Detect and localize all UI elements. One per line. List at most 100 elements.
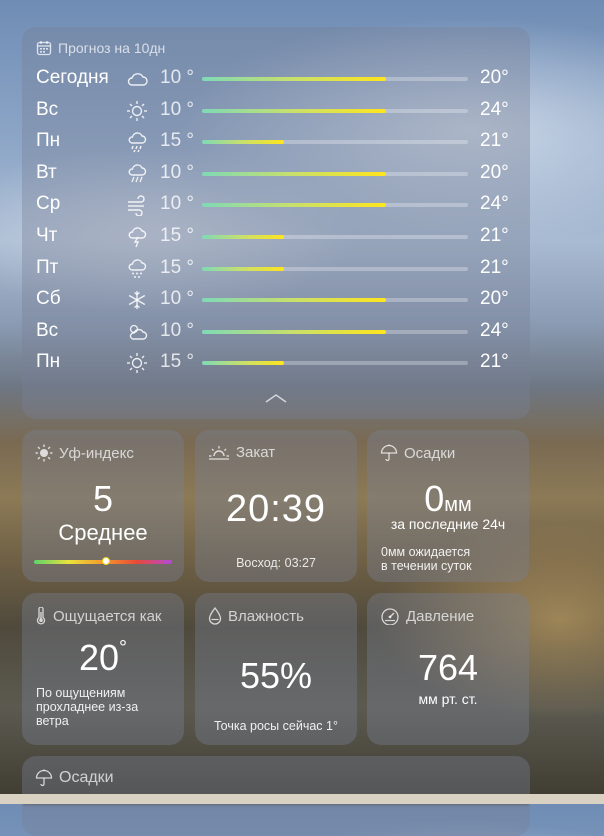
feels-note-line: прохладнее из-за <box>36 700 139 714</box>
feels-note-line: По ощущениям <box>36 686 126 700</box>
temp-range-fill <box>202 361 285 366</box>
forecast-row[interactable]: Вс 10 ° 24° <box>22 317 530 347</box>
forecast-card[interactable]: Прогноз на 10дн Сегодня 10 ° 20° Вс 10 ° 24° П… <box>22 27 530 419</box>
temp-range-bar <box>202 171 468 176</box>
forecast-row[interactable]: Пт 15 ° 21° <box>22 254 530 284</box>
temp-range-bar <box>202 298 468 303</box>
sun-icon <box>35 444 53 462</box>
forecast-low: 15 ° <box>160 130 195 152</box>
forecast-day: Вт <box>36 161 57 183</box>
sunset-card[interactable]: Закат 20:39 Восход: 03:27 <box>195 430 357 582</box>
sun-icon <box>127 353 147 374</box>
sunset-header: Закат <box>208 444 275 461</box>
uv-value: 5 <box>92 478 114 519</box>
forecast-high: 21° <box>480 130 509 152</box>
drizzle-icon <box>128 258 147 278</box>
forecast-high: 24° <box>480 193 509 215</box>
forecast-high: 20° <box>480 288 509 310</box>
sunset-time: 20:39 <box>225 488 327 530</box>
partly-cloudy-icon <box>129 324 148 340</box>
forecast-row[interactable]: Пн 15 ° 21° <box>22 348 530 378</box>
uv-indicator <box>101 557 110 565</box>
temp-range-fill <box>202 203 386 208</box>
forecast-high: 20° <box>480 67 509 88</box>
precip-map-title: Осадки <box>59 769 114 786</box>
forecast-row[interactable]: Чт 15 ° 21° <box>22 222 530 252</box>
sunset-icon <box>209 445 229 460</box>
forecast-day: Пн <box>36 351 61 373</box>
wind-icon <box>128 195 145 217</box>
uv-scale <box>34 557 172 565</box>
sunrise-time: Восход: 03:27 <box>236 556 316 570</box>
uv-level: Среднее <box>58 520 148 545</box>
calendar-icon <box>36 41 52 56</box>
feels-like-card[interactable]: Ощущается как 20° По ощущениям прохладне… <box>22 593 184 745</box>
precip-value: 0 <box>424 478 445 519</box>
forecast-low: 10 ° <box>160 193 195 215</box>
temp-range-fill <box>202 266 285 271</box>
temp-range-fill <box>202 108 386 113</box>
rain-icon <box>128 164 147 183</box>
forecast-day: Вс <box>36 98 59 120</box>
forecast-day: Пн <box>36 130 61 152</box>
temp-range-fill <box>202 140 285 145</box>
pressure-value: 764 <box>417 647 479 688</box>
precip-note-line: в течении суток <box>381 559 472 573</box>
forecast-row[interactable]: Ср 10 ° 24° <box>22 190 530 220</box>
precipitation-map[interactable] <box>0 794 604 804</box>
forecast-row[interactable]: Сегодня 10 ° 20° <box>22 64 530 94</box>
feels-title: Ощущается как <box>53 607 162 625</box>
forecast-high: 21° <box>480 256 509 278</box>
feels-value: 20 <box>78 637 120 678</box>
temp-range-bar <box>202 140 468 145</box>
forecast-row[interactable]: Пн 15 ° 21° <box>22 127 530 157</box>
forecast-row[interactable]: Сб 10 ° 20° <box>22 285 530 315</box>
temp-range-bar <box>202 329 468 334</box>
precip-map-header: Осадки <box>35 769 114 787</box>
temp-range-bar <box>202 235 468 239</box>
precip-unit: мм <box>444 494 472 516</box>
temp-range-bar <box>202 203 468 208</box>
temp-range-fill <box>202 171 386 176</box>
pressure-header: Давление <box>380 607 474 625</box>
snow-icon <box>128 291 146 310</box>
uv-title: Уф-индекс <box>59 444 134 462</box>
forecast-row[interactable]: Вт 10 ° 20° <box>22 159 530 189</box>
umbrella-icon <box>35 769 53 787</box>
gauge-icon <box>381 608 399 625</box>
rain-heavy-icon <box>128 132 147 153</box>
uv-index-card[interactable]: Уф-индекс 5 Среднее <box>22 430 184 582</box>
humidity-card[interactable]: Влажность 55% Точка росы сейчас 1° <box>195 593 357 745</box>
forecast-day: Чт <box>36 225 58 246</box>
forecast-low: 10 ° <box>160 319 195 341</box>
temp-range-bar <box>202 108 468 113</box>
sunset-title: Закат <box>236 444 276 461</box>
forecast-low: 10 ° <box>160 98 195 120</box>
forecast-high: 21° <box>480 351 509 373</box>
temp-range-bar <box>202 77 468 81</box>
forecast-day: Сб <box>36 288 61 310</box>
droplet-icon <box>208 607 222 625</box>
chevron-up-icon[interactable] <box>264 391 288 405</box>
uv-header: Уф-индекс <box>35 444 134 462</box>
pressure-card[interactable]: Давление 764 мм рт. ст. <box>367 593 529 745</box>
forecast-day: Вс <box>36 319 59 341</box>
temp-range-bar <box>202 266 468 271</box>
precip-amount: 0мм <box>367 478 529 520</box>
forecast-high: 20° <box>480 161 509 183</box>
forecast-row[interactable]: Вс 10 ° 24° <box>22 96 530 126</box>
temp-range-fill <box>202 298 386 303</box>
cloud-icon <box>127 73 148 86</box>
forecast-low: 10 ° <box>160 288 195 310</box>
pressure-title: Давление <box>406 607 475 625</box>
forecast-day: Пт <box>36 256 59 278</box>
forecast-high: 24° <box>480 98 509 120</box>
precip-period: за последние 24ч <box>390 516 506 532</box>
pressure-unit: мм рт. ст. <box>418 691 478 707</box>
feels-degree: ° <box>119 637 128 659</box>
humidity-title: Влажность <box>228 607 304 625</box>
forecast-high: 21° <box>480 225 509 246</box>
precipitation-card[interactable]: Осадки 0мм за последние 24ч 0мм ожидаетс… <box>367 430 529 582</box>
forecast-low: 15 ° <box>160 351 195 373</box>
feels-note: По ощущениям прохладнее из-за ветра <box>36 686 138 728</box>
